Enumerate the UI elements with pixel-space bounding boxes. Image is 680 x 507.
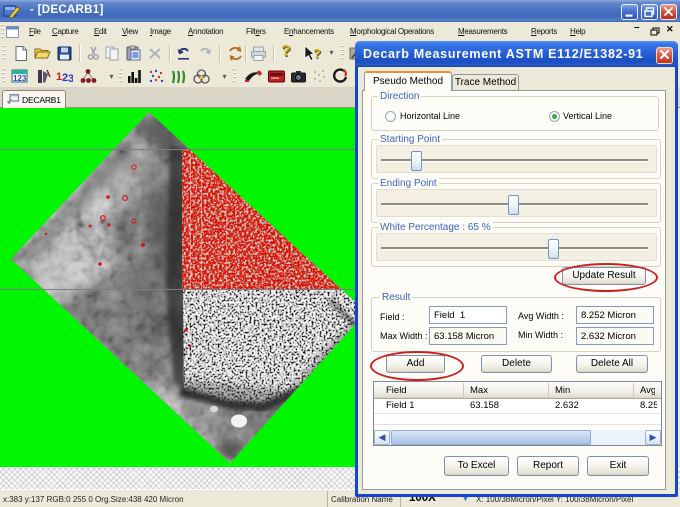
- svg-text:?: ?: [313, 46, 321, 61]
- svg-text:123: 123: [13, 74, 27, 83]
- svg-text:3: 3: [68, 73, 73, 85]
